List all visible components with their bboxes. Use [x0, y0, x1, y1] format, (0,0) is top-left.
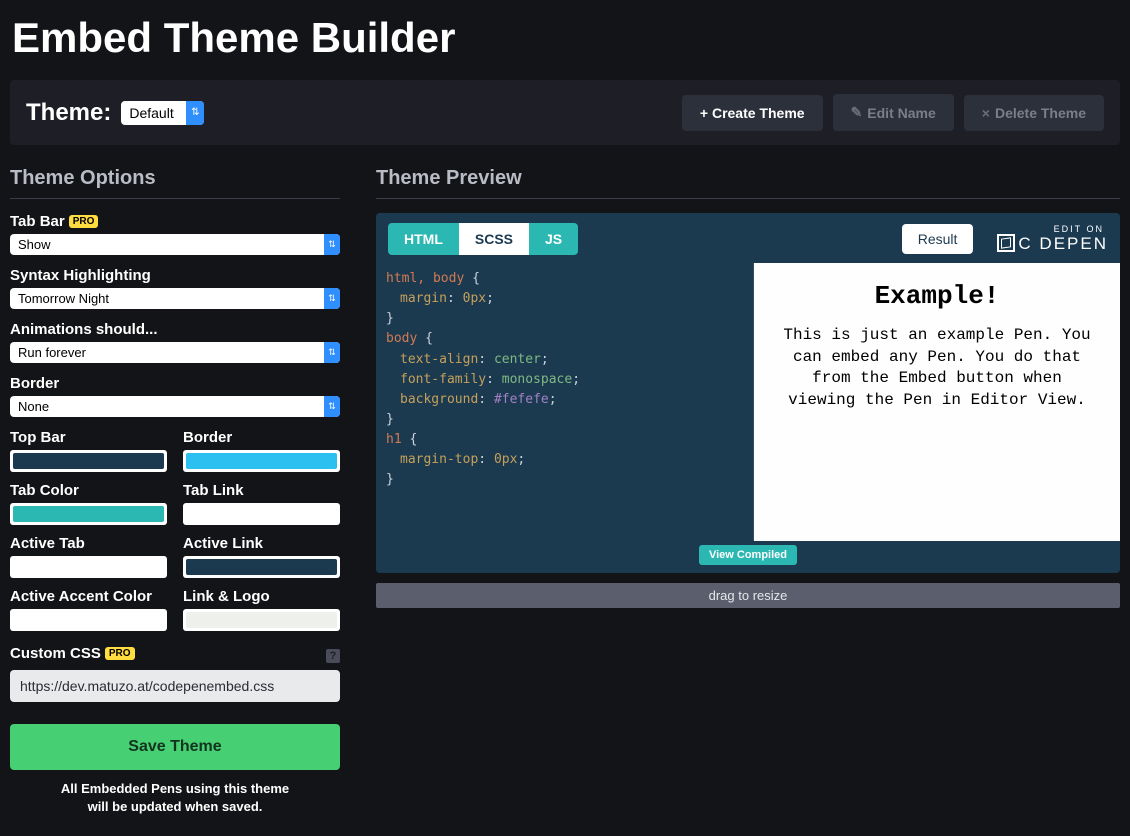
result-body: This is just an example Pen. You can emb…: [782, 325, 1092, 411]
tab-color-swatch[interactable]: [10, 503, 167, 525]
tab-bar-label: Tab Bar: [10, 213, 65, 230]
codepen-icon: [997, 234, 1015, 252]
syntax-label: Syntax Highlighting: [10, 267, 340, 284]
border-label: Border: [10, 375, 340, 392]
view-compiled-button[interactable]: View Compiled: [699, 545, 797, 565]
theme-options-heading: Theme Options: [10, 167, 340, 199]
theme-label: Theme:: [26, 99, 111, 127]
delete-theme-button[interactable]: × Delete Theme: [964, 95, 1104, 131]
help-icon[interactable]: ?: [326, 649, 340, 663]
active-tab-color-label: Active Tab: [10, 535, 167, 552]
animations-label: Animations should...: [10, 321, 340, 338]
close-icon: ×: [982, 105, 990, 121]
tab-bar-select[interactable]: Show: [10, 234, 340, 255]
active-link-color-label: Active Link: [183, 535, 340, 552]
tab-link-color-swatch[interactable]: [183, 503, 340, 525]
active-accent-color-label: Active Accent Color: [10, 588, 167, 605]
border-color-swatch[interactable]: [183, 450, 340, 472]
border-color-label: Border: [183, 429, 340, 446]
create-theme-button[interactable]: + Create Theme: [682, 95, 823, 131]
pro-badge: PRO: [105, 647, 135, 660]
edit-on-label: EDIT ON: [997, 224, 1104, 234]
custom-css-label: Custom CSS: [10, 645, 101, 662]
codepen-logo[interactable]: C DEPEN: [997, 234, 1108, 254]
result-button[interactable]: Result: [902, 224, 974, 254]
result-heading: Example!: [782, 281, 1092, 311]
preview-frame: HTML SCSS JS Result EDIT ON C DEPEN html…: [376, 213, 1120, 573]
top-bar-color-swatch[interactable]: [10, 450, 167, 472]
pencil-icon: ✎: [851, 104, 863, 121]
save-note: All Embedded Pens using this theme will …: [10, 780, 340, 816]
tab-scss[interactable]: SCSS: [459, 223, 529, 255]
page-title: Embed Theme Builder: [0, 0, 1130, 80]
link-logo-color-label: Link & Logo: [183, 588, 340, 605]
theme-select[interactable]: Default: [121, 101, 204, 125]
pro-badge: PRO: [69, 215, 99, 228]
delete-theme-label: Delete Theme: [995, 105, 1086, 121]
active-accent-color-swatch[interactable]: [10, 609, 167, 631]
top-bar-color-label: Top Bar: [10, 429, 167, 446]
resize-handle[interactable]: drag to resize: [376, 583, 1120, 608]
edit-name-button[interactable]: ✎ Edit Name: [833, 94, 954, 131]
tab-js[interactable]: JS: [529, 223, 578, 255]
code-pane: html, body { margin: 0px; } body { text-…: [376, 263, 754, 541]
custom-css-input[interactable]: [10, 670, 340, 702]
save-theme-button[interactable]: Save Theme: [10, 724, 340, 770]
animations-select[interactable]: Run forever: [10, 342, 340, 363]
link-logo-color-swatch[interactable]: [183, 609, 340, 631]
active-link-color-swatch[interactable]: [183, 556, 340, 578]
theme-bar: Theme: Default ⇅ + Create Theme ✎ Edit N…: [10, 80, 1120, 145]
tab-link-color-label: Tab Link: [183, 482, 340, 499]
theme-preview-heading: Theme Preview: [376, 167, 1120, 199]
result-pane: Example! This is just an example Pen. Yo…: [754, 263, 1120, 541]
active-tab-color-swatch[interactable]: [10, 556, 167, 578]
border-select[interactable]: None: [10, 396, 340, 417]
edit-name-label: Edit Name: [867, 105, 935, 121]
tab-color-label: Tab Color: [10, 482, 167, 499]
syntax-select[interactable]: Tomorrow Night: [10, 288, 340, 309]
tab-html[interactable]: HTML: [388, 223, 459, 255]
